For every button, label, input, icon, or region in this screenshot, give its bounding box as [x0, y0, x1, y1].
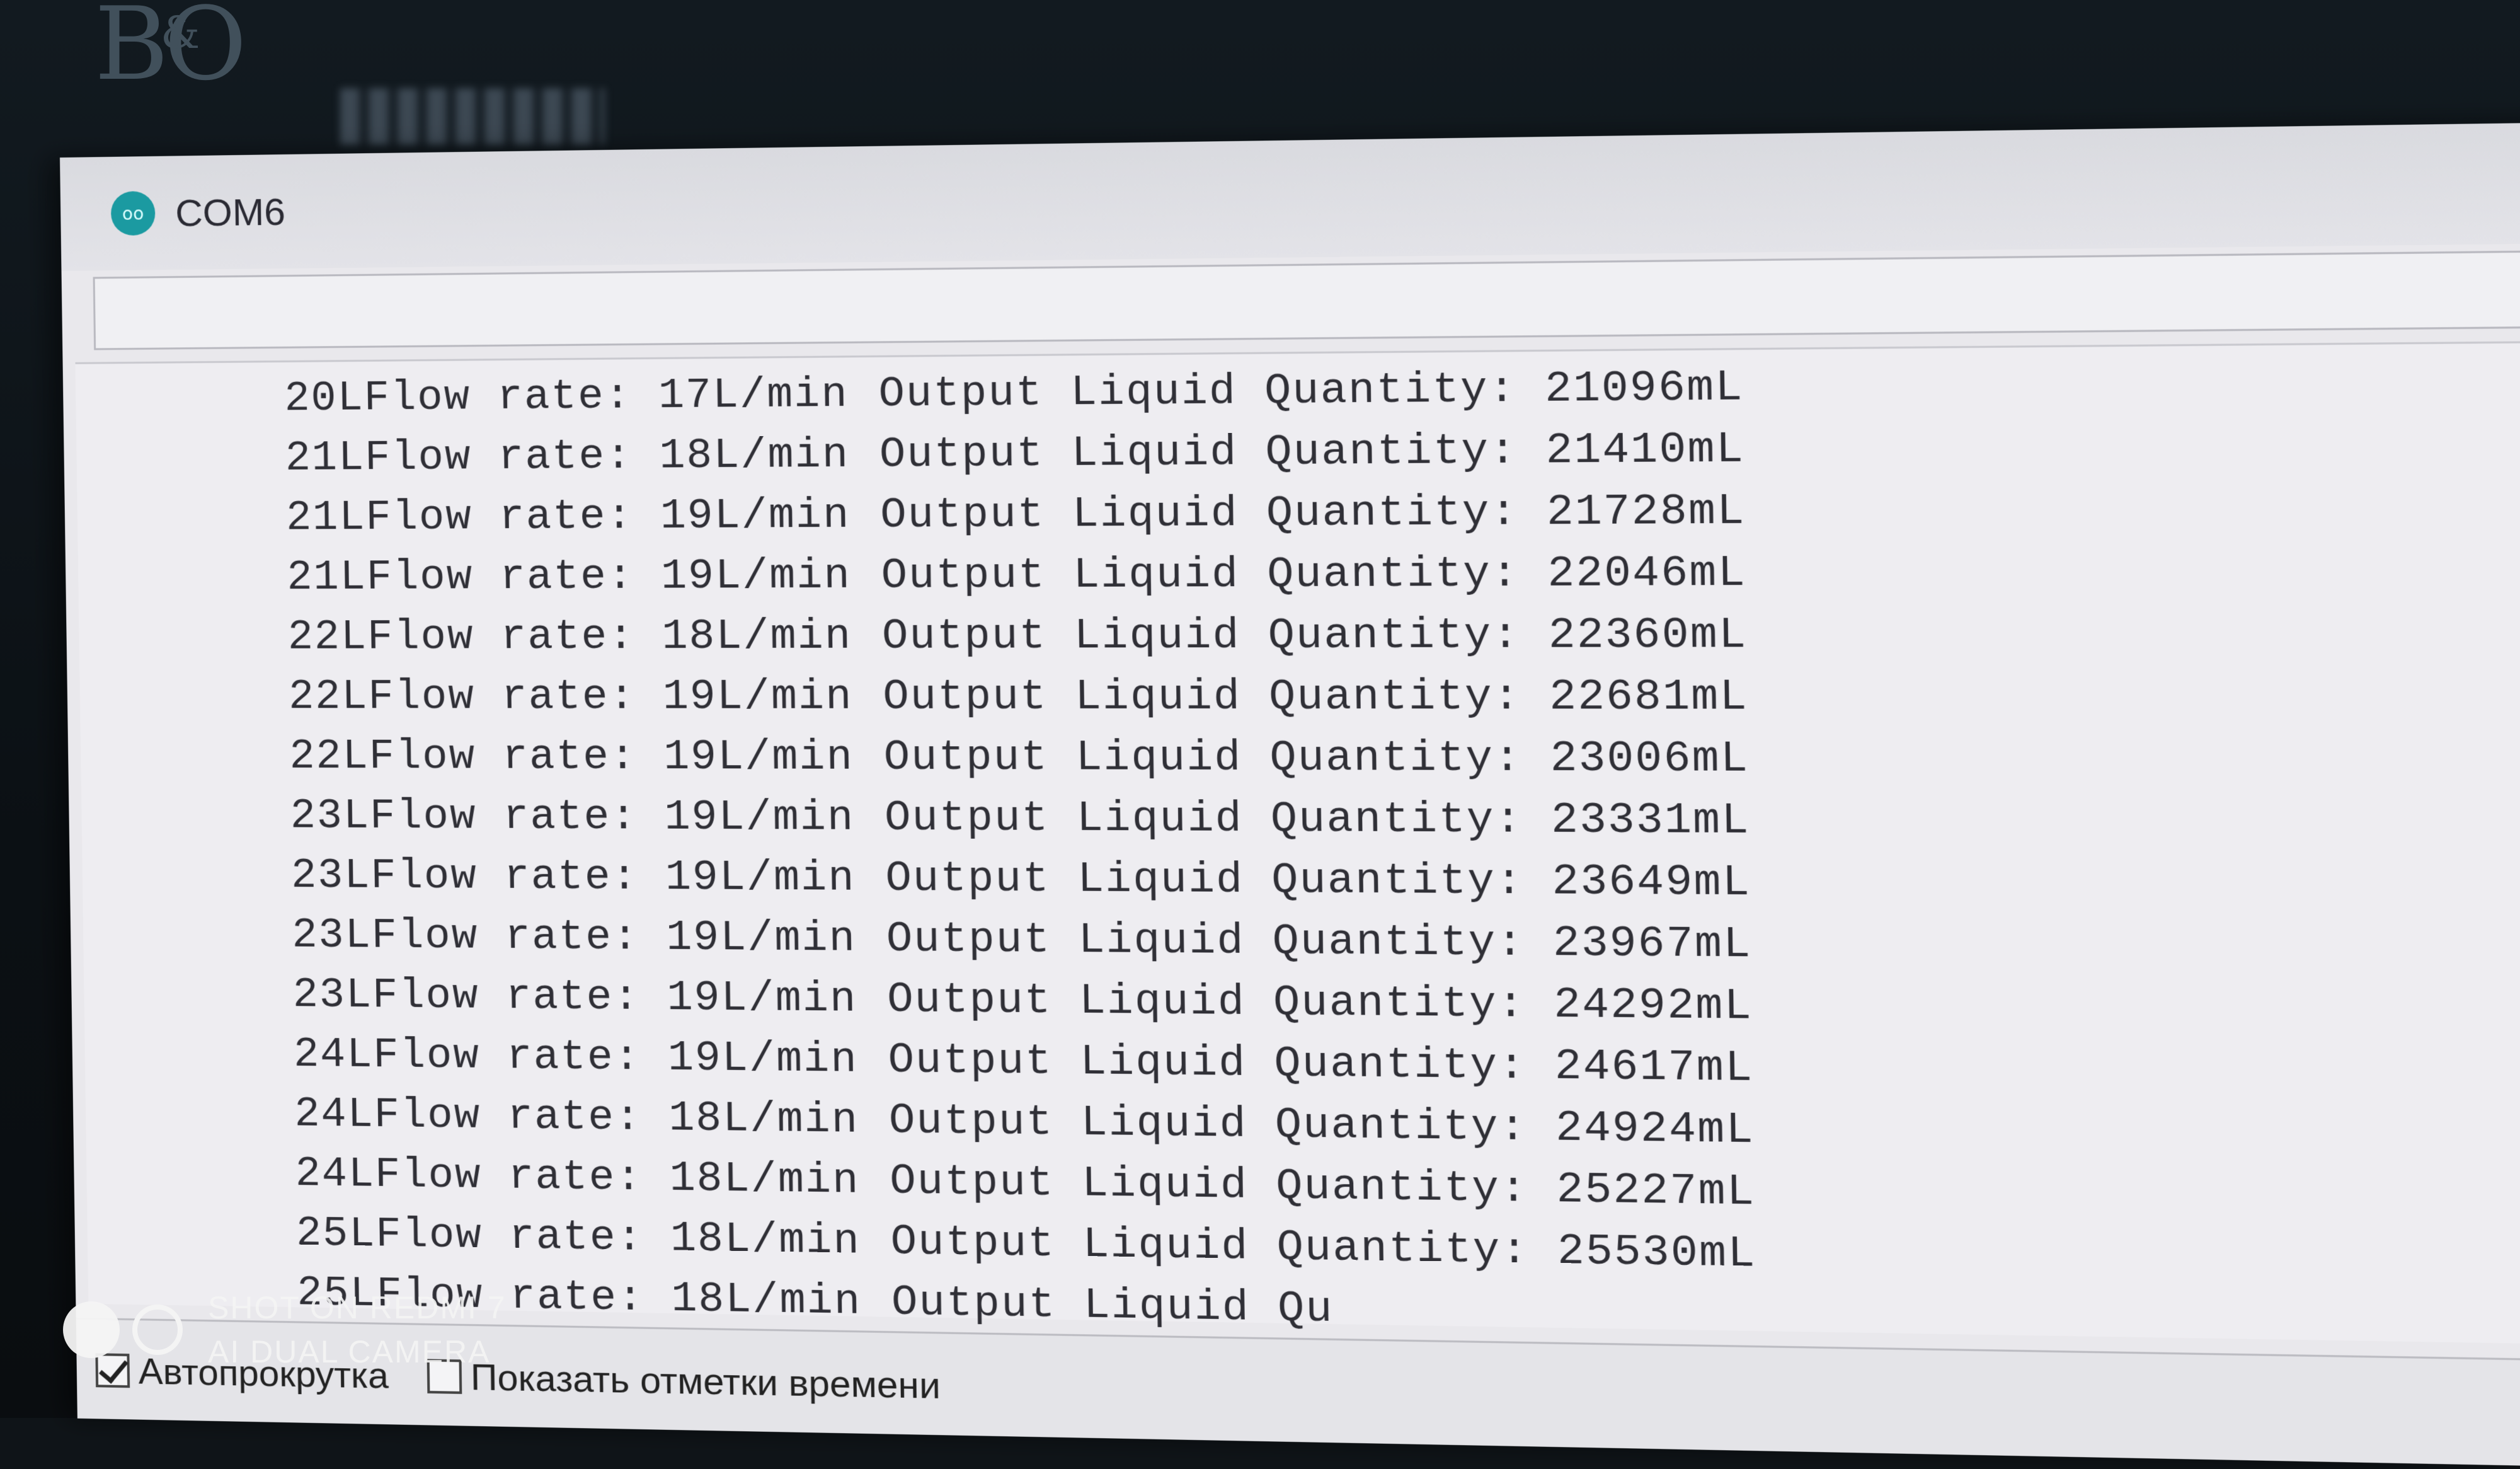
watermark-line-2: AI DUAL CAMERA: [208, 1334, 491, 1369]
flow-rate-text: 24LFlow rate: 19L/min: [293, 1030, 859, 1085]
flow-rate-text: 22LFlow rate: 18L/min: [287, 612, 852, 661]
output-quantity-text: Output Liquid Quantity: 24924mL: [888, 1097, 1755, 1155]
serial-line: 21LFlow rate: 19L/min Output Liquid Quant…: [286, 487, 1746, 553]
flow-rate-text: 24LFlow rate: 18L/min: [294, 1090, 859, 1145]
output-quantity-text: Output Liquid Quantity: 22046mL: [881, 548, 1747, 601]
serial-line: 22LFlow rate: 19L/min Output Liquid Quant…: [289, 733, 1750, 797]
show-timestamps-label: Показать отметки времени: [470, 1356, 941, 1407]
flow-rate-text: 23LFlow rate: 19L/min: [292, 971, 857, 1024]
output-quantity-text: Output Liquid Quantity: 21410mL: [879, 425, 1745, 480]
flow-rate-text: 23LFlow rate: 19L/min: [290, 792, 855, 843]
serial-line: 23LFlow rate: 19L/min Output Liquid Quant…: [291, 852, 1751, 920]
watermark-dot-icon: [63, 1301, 120, 1358]
serial-line: 22LFlow rate: 19L/min Output Liquid Quant…: [289, 672, 1749, 734]
window-title: COM6: [175, 190, 286, 234]
output-quantity-text: Output Liquid Quantity: 24292mL: [886, 975, 1753, 1032]
output-quantity-text: Output Liquid Quantity: 24617mL: [888, 1035, 1754, 1093]
serial-output-area[interactable]: 20LFlow rate: 17L/min Output Liquid Quant…: [75, 340, 2520, 1347]
output-quantity-text: Output Liquid Quantity: 23649mL: [885, 854, 1751, 908]
output-quantity-text: Output Liquid Quantity: 21096mL: [878, 363, 1744, 418]
bo-logo: BO &: [94, 0, 247, 103]
serial-line: 21LFlow rate: 18L/min Output Liquid Quant…: [285, 425, 1744, 494]
output-quantity-text: Output Liquid Quantity: 23006mL: [883, 733, 1750, 784]
output-quantity-text: Output Liquid Quantity: 22681mL: [882, 672, 1749, 722]
flow-rate-text: 25LFlow rate: 18L/min: [295, 1209, 861, 1266]
watermark-line-1: SHOT ON REDMI 7: [208, 1290, 507, 1325]
arduino-icon-glyph: oo: [122, 202, 144, 224]
flow-rate-text: 21LFlow rate: 19L/min: [287, 551, 852, 602]
serial-line: 23LFlow rate: 19L/min Output Liquid Quant…: [290, 792, 1750, 858]
output-quantity-text: Output Liquid Quantity: 23967mL: [886, 914, 1752, 970]
flow-rate-text: 22LFlow rate: 19L/min: [288, 672, 853, 722]
flow-rate-text: 23LFlow rate: 19L/min: [291, 911, 857, 964]
flow-rate-text: 21LFlow rate: 18L/min: [285, 430, 850, 483]
serial-monitor-window: oo COM6 20LFlow rate: 17L/min Output Liqu…: [60, 120, 2520, 1469]
flow-rate-text: 22LFlow rate: 19L/min: [289, 732, 854, 782]
flow-rate-text: 24LFlow rate: 18L/min: [295, 1149, 860, 1206]
flow-rate-text: 23LFlow rate: 19L/min: [290, 851, 856, 903]
flow-rate-text: 20LFlow rate: 17L/min: [284, 370, 849, 423]
output-quantity-text: Output Liquid Quantity: 21728mL: [879, 487, 1746, 540]
output-quantity-text: Output Liquid Quantity: 23331mL: [884, 793, 1751, 846]
camera-watermark: SHOT ON REDMI 7 AI DUAL CAMERA: [63, 1286, 507, 1374]
arduino-icon: oo: [110, 191, 156, 236]
serial-line: 23LFlow rate: 19L/min Output Liquid Quant…: [292, 911, 1752, 982]
serial-line: 20LFlow rate: 17L/min Output Liquid Quant…: [284, 363, 1744, 435]
output-quantity-text: Output Liquid Quantity: 22360mL: [881, 610, 1748, 661]
screen-reflection: [340, 88, 605, 145]
watermark-text: SHOT ON REDMI 7 AI DUAL CAMERA: [208, 1286, 507, 1374]
serial-output-lines: 20LFlow rate: 17L/min Output Liquid Quant…: [284, 363, 1758, 1353]
watermark-ring-icon: [132, 1305, 183, 1355]
flow-rate-text: 21LFlow rate: 19L/min: [285, 491, 850, 542]
serial-line: 22LFlow rate: 18L/min Output Liquid Quant…: [287, 611, 1748, 673]
serial-line: 21LFlow rate: 19L/min Output Liquid Quant…: [287, 549, 1747, 614]
output-quantity-text: Output Liquid Quantity: 25227mL: [889, 1157, 1756, 1218]
